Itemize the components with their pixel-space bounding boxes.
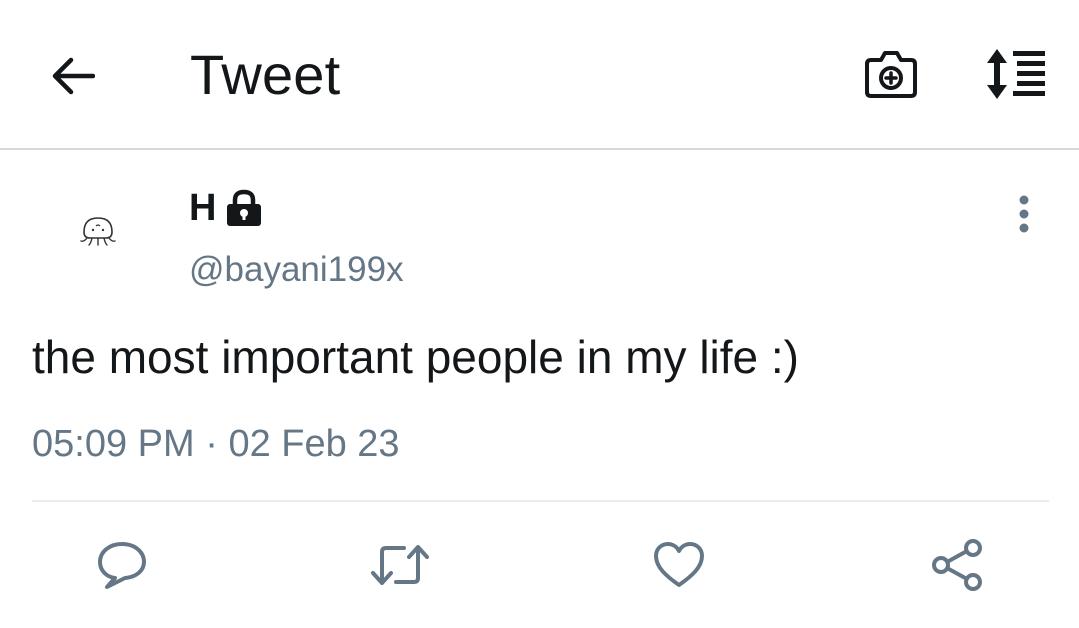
like-button[interactable] — [649, 535, 709, 595]
back-button[interactable] — [44, 48, 100, 104]
more-options-button[interactable] — [1006, 192, 1042, 236]
avatar[interactable] — [66, 200, 130, 264]
tweet-text: the most important people in my life :) — [32, 331, 799, 383]
share-button[interactable] — [927, 535, 987, 595]
user-handle[interactable]: @bayani199x — [189, 250, 404, 290]
tweet-date: 02 Feb 23 — [228, 423, 400, 465]
reply-icon — [98, 542, 146, 589]
retweet-button[interactable] — [370, 535, 430, 595]
divider — [32, 500, 1049, 502]
reply-button[interactable] — [92, 535, 152, 595]
page-title: Tweet — [190, 43, 341, 106]
octopus-avatar-icon — [80, 217, 116, 246]
author-name-row: H — [189, 186, 264, 230]
camera-plus-icon — [865, 51, 917, 98]
top-app-bar: Tweet — [0, 0, 1079, 150]
sort-list-icon — [987, 49, 1045, 99]
lock-icon — [224, 188, 264, 228]
tweet-detail-screen: Tweet H @bayani199x the most important p… — [0, 0, 1079, 628]
retweet-icon — [371, 545, 429, 585]
display-name[interactable]: H — [189, 187, 216, 230]
camera-button[interactable] — [858, 42, 924, 106]
share-icon — [932, 539, 982, 591]
arrow-left-icon — [52, 57, 95, 95]
more-vertical-icon — [1019, 195, 1029, 233]
heart-icon — [654, 542, 704, 587]
sort-button[interactable] — [980, 42, 1052, 106]
tweet-time: 05:09 PM — [32, 423, 195, 465]
timestamp-separator: · — [194, 423, 229, 465]
tweet-timestamp: 05:09 PM · 02 Feb 23 — [32, 423, 400, 466]
